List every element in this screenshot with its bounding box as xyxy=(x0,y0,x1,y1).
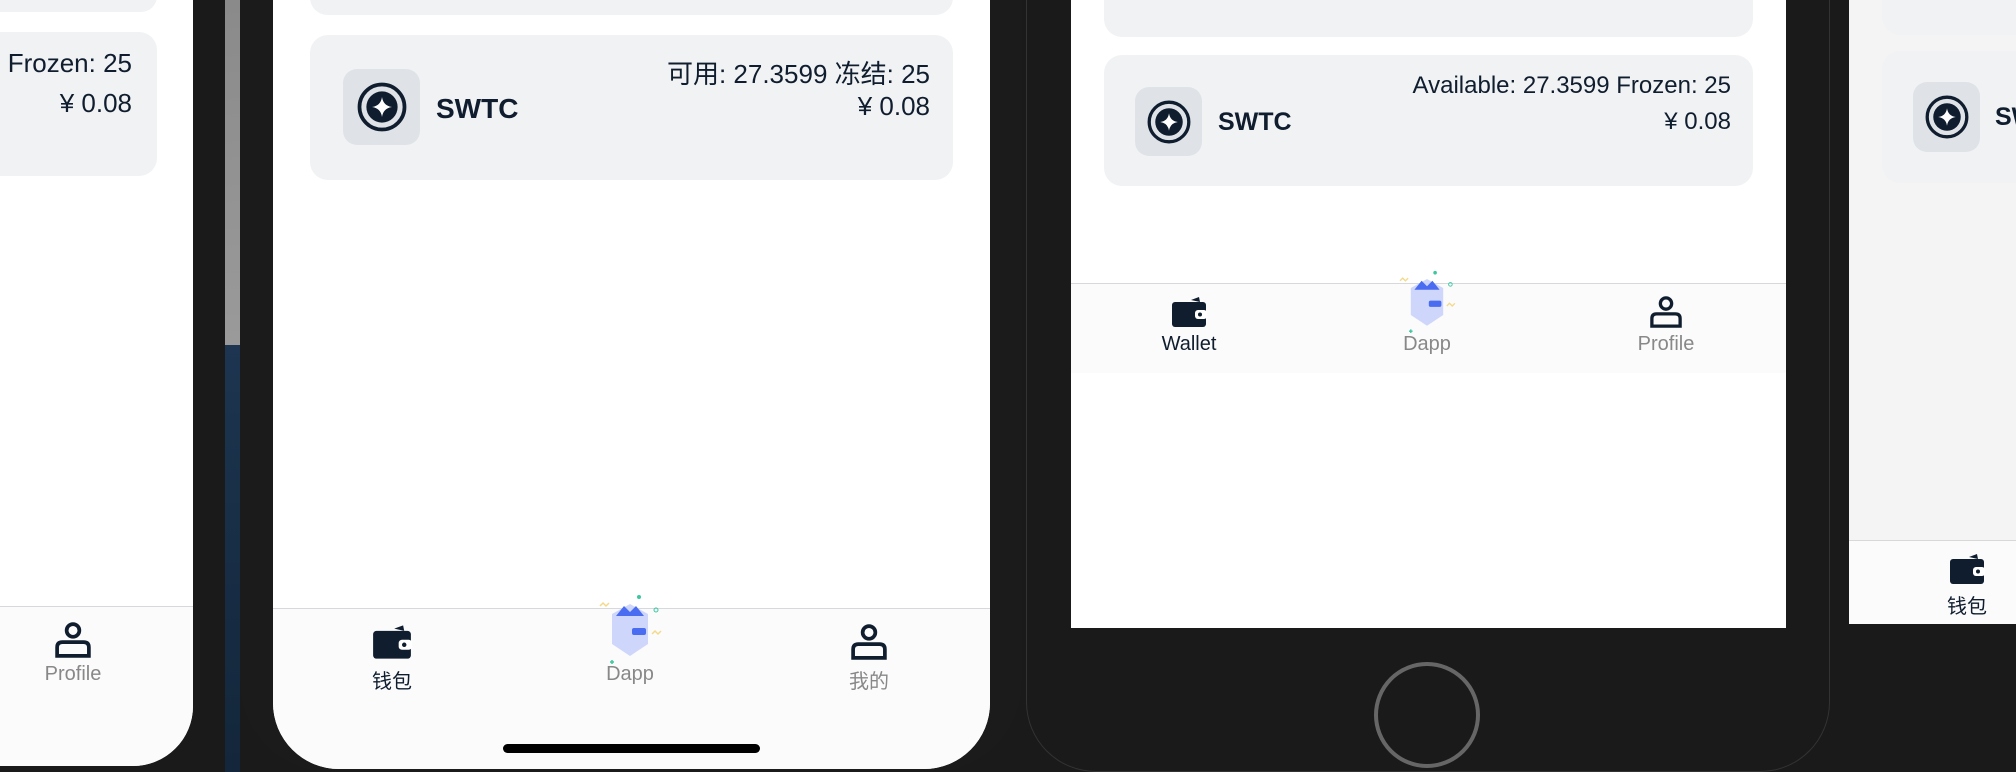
background-strip xyxy=(225,0,240,772)
tab-label: 钱包 xyxy=(372,671,412,693)
tab-profile[interactable]: 我的 xyxy=(809,624,929,694)
wallet-icon xyxy=(1171,296,1207,328)
swtc-coin-icon xyxy=(1147,100,1191,144)
fiat-value: ¥ 0.08 xyxy=(857,91,930,121)
phone-3-screen: SWTC Available: 27.3599 Frozen: 25 ¥ 0.0… xyxy=(1071,0,1786,628)
balance-line: Frozen: 25 xyxy=(7,48,132,78)
home-button[interactable] xyxy=(1374,662,1480,768)
fiat-value: ¥ 0.08 xyxy=(1664,108,1731,135)
tab-profile[interactable]: Profile xyxy=(1606,296,1726,356)
asset-card-swtc[interactable]: SWTC Available: 27.3599 Frozen: 25 ¥ 0.0… xyxy=(1104,55,1753,186)
tab-dapp[interactable]: Dapp xyxy=(1367,270,1487,356)
dapp-icon xyxy=(1391,270,1463,333)
tab-wallet[interactable]: 钱包 xyxy=(1907,553,2016,619)
coin-logo xyxy=(343,69,420,145)
balance-line: Available: 27.3599 Frozen: 25 xyxy=(1412,72,1731,99)
asset-card-swtc[interactable]: SW xyxy=(1882,51,2016,183)
coin-logo xyxy=(1135,87,1202,156)
profile-icon xyxy=(53,622,93,658)
tab-bar: Wallet Dapp Profile xyxy=(1071,284,1786,373)
tab-profile[interactable]: Profile xyxy=(13,622,133,686)
tab-wallet[interactable]: 钱包 xyxy=(332,624,452,694)
tab-label: Profile xyxy=(44,663,102,685)
tab-label: Wallet xyxy=(1161,333,1217,355)
tab-label: 钱包 xyxy=(1947,596,1987,618)
home-indicator[interactable] xyxy=(503,744,760,753)
tab-label: Dapp xyxy=(606,663,654,685)
asset-card-top xyxy=(1882,0,2016,35)
tab-label: Dapp xyxy=(1403,333,1451,355)
asset-card-top xyxy=(310,0,953,15)
phone-4-screen: SW 钱包 xyxy=(1849,0,2016,624)
tab-bar: Profile xyxy=(0,607,193,766)
dapp-icon xyxy=(590,594,670,664)
swtc-coin-icon xyxy=(357,82,407,132)
coin-name: SWTC xyxy=(1218,108,1292,136)
wallet-icon xyxy=(372,624,412,660)
profile-icon xyxy=(1648,296,1684,328)
asset-card-swtc[interactable]: Frozen: 25 ¥ 0.08 xyxy=(0,32,157,176)
asset-card-top xyxy=(0,0,157,12)
swtc-coin-icon xyxy=(1925,95,1969,139)
coin-name: SWTC xyxy=(436,93,519,124)
asset-card-top xyxy=(1104,0,1753,37)
phone-2-screen: SWTC 可用: 27.3599 冻结: 25 ¥ 0.08 钱包 Dapp 我… xyxy=(273,0,990,769)
wallet-icon xyxy=(1949,553,1985,585)
fiat-value: ¥ 0.08 xyxy=(59,88,132,118)
coin-name: SW xyxy=(1995,103,2016,131)
balance-line: 可用: 27.3599 冻结: 25 xyxy=(666,59,930,89)
asset-card-swtc[interactable]: SWTC 可用: 27.3599 冻结: 25 ¥ 0.08 xyxy=(310,35,953,180)
profile-icon xyxy=(849,624,889,660)
tab-dapp[interactable]: Dapp xyxy=(570,594,690,686)
tab-label: Profile xyxy=(1637,333,1695,355)
tab-wallet[interactable]: Wallet xyxy=(1129,296,1249,356)
phone-1-screen: Frozen: 25 ¥ 0.08 Profile xyxy=(0,0,193,766)
coin-logo xyxy=(1913,82,1980,152)
tab-bar: 钱包 xyxy=(1849,541,2016,624)
tab-label: 我的 xyxy=(849,671,889,693)
